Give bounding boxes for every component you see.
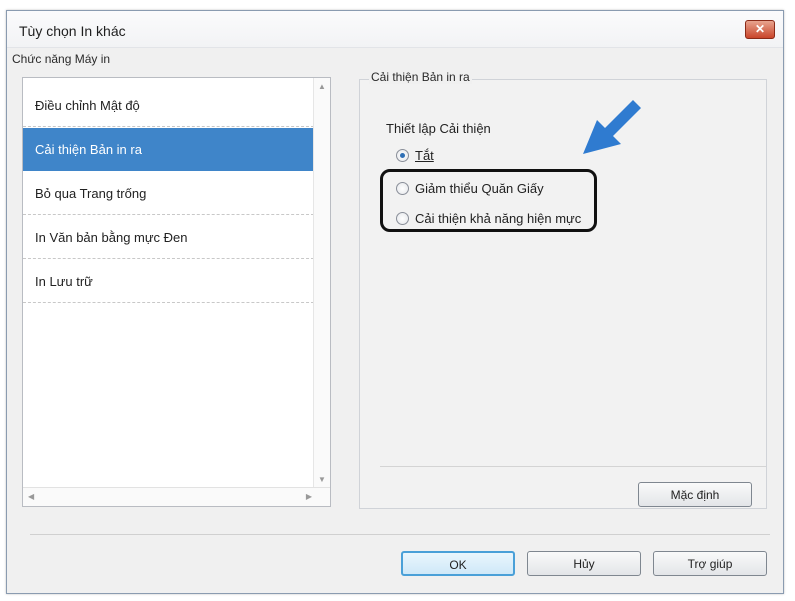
scroll-left-icon[interactable]: ◀ xyxy=(28,492,34,501)
highlight-box xyxy=(380,169,597,232)
vertical-scrollbar[interactable]: ▲ ▼ xyxy=(313,78,330,488)
list-item-improve-output[interactable]: Cải thiện Bản in ra xyxy=(23,128,314,171)
settings-label: Thiết lập Cải thiện xyxy=(386,121,491,136)
ok-button[interactable]: OK xyxy=(401,551,515,576)
list-item-black-text[interactable]: In Văn bản bằng mực Đen xyxy=(23,216,314,259)
settings-group-box xyxy=(359,79,767,509)
printer-functions-label: Chức năng Máy in xyxy=(12,52,111,66)
divider xyxy=(380,466,766,467)
printer-functions-list: Điều chỉnh Mật độ Cải thiện Bản in ra Bỏ… xyxy=(22,77,331,507)
cancel-button[interactable]: Hủy xyxy=(527,551,641,576)
help-button[interactable]: Trợ giúp xyxy=(653,551,767,576)
section-title: Cải thiện Bản in ra xyxy=(369,70,472,84)
pointer-arrow-icon xyxy=(583,100,641,154)
title-bar: Tùy chọn In khác ✕ xyxy=(7,11,783,48)
list-item-density[interactable]: Điều chỉnh Mật độ xyxy=(23,84,314,127)
footer-divider xyxy=(30,534,770,535)
dialog-title: Tùy chọn In khác xyxy=(19,23,126,39)
scroll-up-icon[interactable]: ▲ xyxy=(318,82,326,91)
default-button[interactable]: Mặc định xyxy=(638,482,752,507)
radio-checked-icon[interactable] xyxy=(396,149,409,162)
horizontal-scrollbar[interactable]: ◀ ▶ xyxy=(23,487,330,506)
list-item-skip-blank-page[interactable]: Bỏ qua Trang trống xyxy=(23,172,314,215)
scroll-right-icon[interactable]: ▶ xyxy=(306,492,312,501)
close-button[interactable]: ✕ xyxy=(745,20,775,39)
scroll-down-icon[interactable]: ▼ xyxy=(318,475,326,484)
list-item-archive[interactable]: In Lưu trữ xyxy=(23,260,314,303)
option-off[interactable]: Tắt xyxy=(396,148,434,163)
